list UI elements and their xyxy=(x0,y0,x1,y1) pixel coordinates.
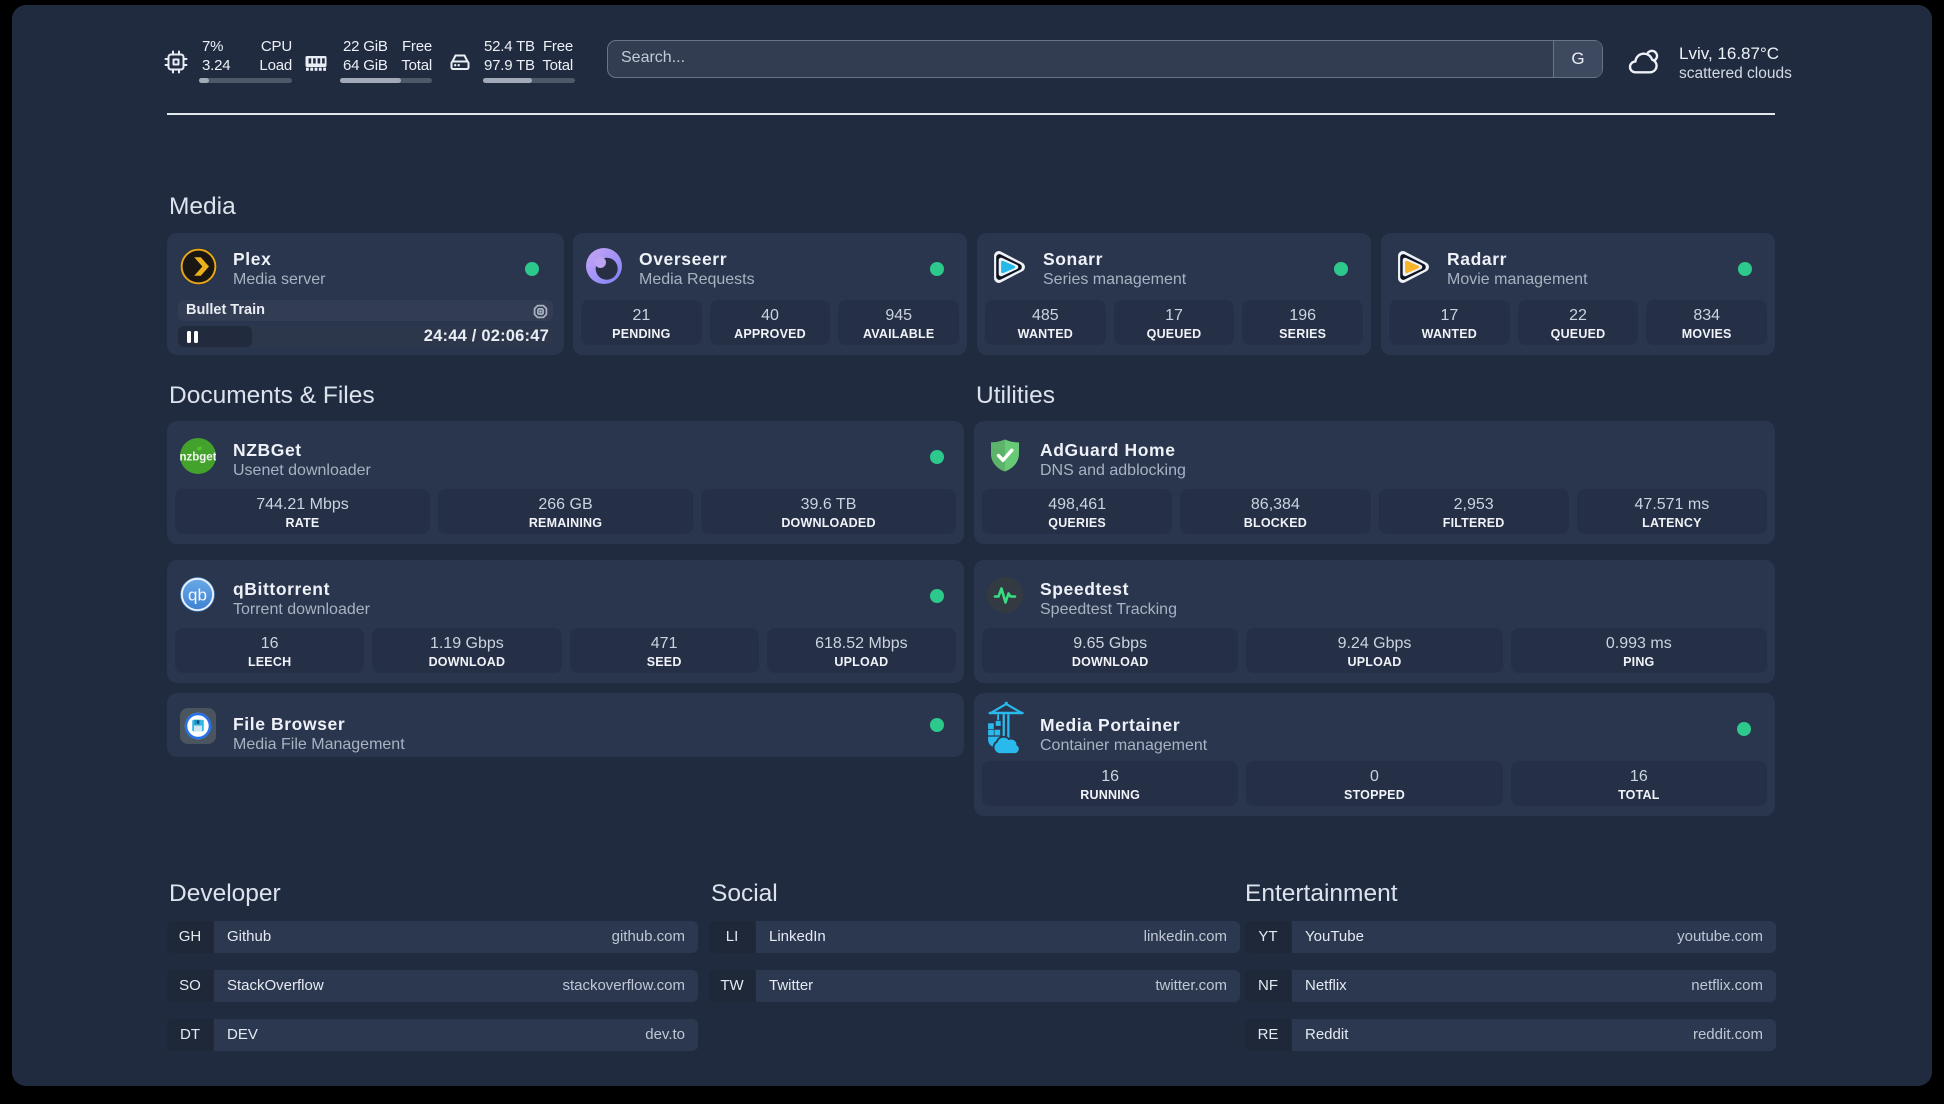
svg-text:qb: qb xyxy=(188,586,207,605)
svg-text:nzbget: nzbget xyxy=(180,452,216,464)
